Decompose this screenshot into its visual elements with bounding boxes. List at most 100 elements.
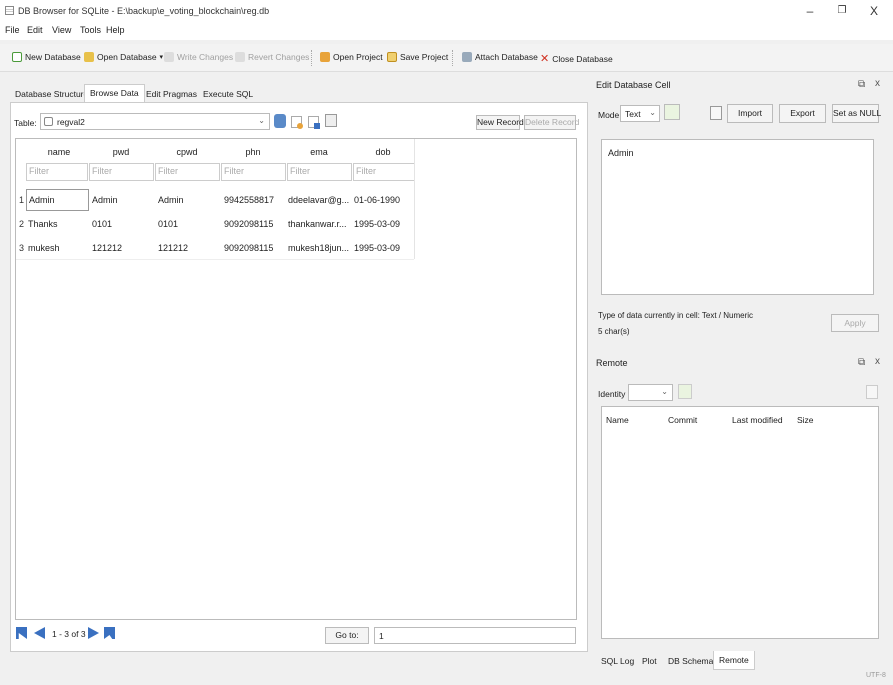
menu-edit[interactable]: Edit bbox=[27, 25, 43, 35]
save-project-icon bbox=[387, 52, 397, 62]
auto-switch-mode-icon[interactable] bbox=[664, 104, 680, 120]
table-select-value: regval2 bbox=[57, 117, 85, 127]
new-record-button[interactable]: New Record bbox=[476, 115, 524, 130]
save-project-button[interactable]: Save Project bbox=[387, 52, 448, 62]
tab-sql-log[interactable]: SQL Log bbox=[597, 654, 638, 668]
undock-icon[interactable]: ⧉ bbox=[858, 357, 865, 368]
filter-input-cpwd[interactable]: Filter bbox=[155, 163, 220, 181]
revert-changes-button[interactable]: Revert Changes bbox=[235, 52, 309, 62]
table-cell[interactable]: Admin bbox=[92, 195, 152, 205]
column-header-ema[interactable]: ema bbox=[286, 147, 352, 157]
go-to-button[interactable]: Go to: bbox=[325, 627, 369, 644]
print-icon[interactable] bbox=[325, 114, 337, 127]
table-cell[interactable]: 9092098115 bbox=[224, 219, 284, 229]
import-button[interactable]: Import bbox=[727, 104, 773, 123]
minimize-button[interactable]: – bbox=[798, 2, 822, 20]
table-cell[interactable]: mukesh18jun... bbox=[288, 243, 352, 253]
dropdown-arrow-icon[interactable]: ▾ bbox=[160, 53, 164, 61]
delete-record-button[interactable]: Delete Record bbox=[524, 115, 579, 130]
mode-label: Mode: bbox=[598, 110, 622, 120]
table-cell[interactable]: 0101 bbox=[92, 219, 152, 229]
table-cell[interactable]: 01-06-1990 bbox=[354, 195, 414, 205]
menu-bar: File Edit View Tools Help bbox=[0, 22, 893, 40]
table-cell[interactable]: 121212 bbox=[92, 243, 152, 253]
data-grid[interactable]: name pwd cpwd phn ema dob Filter Filter … bbox=[15, 138, 577, 620]
new-database-icon bbox=[12, 52, 22, 62]
column-header-phn[interactable]: phn bbox=[220, 147, 286, 157]
table-cell[interactable]: thankanwar.r... bbox=[288, 219, 352, 229]
remote-column-size[interactable]: Size bbox=[797, 415, 814, 425]
menu-view[interactable]: View bbox=[52, 25, 71, 35]
table-select[interactable]: regval2 ⌄ bbox=[40, 113, 270, 130]
toolbar-separator bbox=[311, 50, 312, 66]
close-database-label: Close Database bbox=[552, 53, 613, 64]
table-cell[interactable]: 1995-03-09 bbox=[354, 219, 414, 229]
column-header-dob[interactable]: dob bbox=[352, 147, 414, 157]
table-cell[interactable]: 1995-03-09 bbox=[354, 243, 414, 253]
menu-help[interactable]: Help bbox=[106, 25, 125, 35]
row-divider bbox=[16, 259, 414, 260]
table-cell[interactable]: Admin bbox=[158, 195, 218, 205]
row-number[interactable]: 3 bbox=[19, 243, 24, 253]
filter-input-phn[interactable]: Filter bbox=[221, 163, 286, 181]
column-header-cpwd[interactable]: cpwd bbox=[154, 147, 220, 157]
close-dock-icon[interactable]: x bbox=[875, 356, 880, 367]
undock-icon[interactable]: ⧉ bbox=[858, 79, 865, 90]
set-as-null-button[interactable]: Set as NULL bbox=[832, 104, 881, 123]
table-cell[interactable]: 0101 bbox=[158, 219, 218, 229]
menu-tools[interactable]: Tools bbox=[80, 25, 101, 35]
remote-list[interactable]: Name Commit Last modified Size bbox=[601, 406, 879, 639]
mode-select[interactable]: Text ⌄ bbox=[620, 105, 660, 122]
column-header-pwd[interactable]: pwd bbox=[88, 147, 154, 157]
table-cell[interactable]: Thanks bbox=[28, 219, 88, 229]
row-number[interactable]: 1 bbox=[19, 195, 24, 205]
identity-select[interactable]: ⌄ bbox=[628, 384, 673, 401]
close-button[interactable]: X bbox=[862, 2, 886, 20]
tab-database-structure[interactable]: Database Structure bbox=[10, 86, 93, 102]
new-database-button[interactable]: New Database bbox=[12, 52, 81, 62]
apply-button[interactable]: Apply bbox=[831, 314, 879, 332]
table-cell[interactable]: 121212 bbox=[158, 243, 218, 253]
table-cell[interactable]: mukesh bbox=[28, 243, 88, 253]
export-button[interactable]: Export bbox=[779, 104, 826, 123]
maximize-button[interactable]: ❐ bbox=[830, 2, 854, 20]
filter-input-name[interactable]: Filter bbox=[26, 163, 88, 181]
word-wrap-icon[interactable] bbox=[710, 106, 722, 120]
open-project-icon bbox=[320, 52, 330, 62]
tab-remote[interactable]: Remote bbox=[713, 651, 755, 670]
filter-input-pwd[interactable]: Filter bbox=[89, 163, 154, 181]
filter-input-dob[interactable]: Filter bbox=[353, 163, 415, 181]
close-dock-icon[interactable]: x bbox=[875, 78, 880, 89]
go-to-input[interactable]: 1 bbox=[374, 627, 576, 644]
cell-editor[interactable]: Admin bbox=[601, 139, 874, 295]
remote-column-commit[interactable]: Commit bbox=[668, 415, 697, 425]
row-number[interactable]: 2 bbox=[19, 219, 24, 229]
filter-input-ema[interactable]: Filter bbox=[287, 163, 352, 181]
attach-database-button[interactable]: Attach Database bbox=[462, 52, 538, 62]
revert-changes-icon bbox=[235, 52, 245, 62]
write-changes-button[interactable]: Write Changes bbox=[164, 52, 233, 62]
tab-db-schema[interactable]: DB Schema bbox=[664, 654, 717, 668]
table-cell[interactable]: 9092098115 bbox=[224, 243, 284, 253]
open-database-button[interactable]: Open Database ▾ bbox=[84, 52, 163, 62]
table-cell[interactable]: Admin bbox=[26, 189, 89, 211]
remote-column-last-modified[interactable]: Last modified bbox=[732, 415, 783, 425]
menu-file[interactable]: File bbox=[5, 25, 20, 35]
attach-database-icon bbox=[462, 52, 472, 62]
remote-column-name[interactable]: Name bbox=[606, 415, 629, 425]
close-database-button[interactable]: ✕ Close Database bbox=[540, 52, 613, 65]
clear-filters-icon[interactable] bbox=[291, 116, 303, 129]
open-project-button[interactable]: Open Project bbox=[320, 52, 383, 62]
tab-execute-sql[interactable]: Execute SQL bbox=[198, 86, 258, 102]
column-header-name[interactable]: name bbox=[30, 147, 88, 157]
tab-edit-pragmas[interactable]: Edit Pragmas bbox=[141, 86, 202, 102]
save-table-icon[interactable] bbox=[308, 116, 320, 129]
add-identity-icon[interactable] bbox=[678, 384, 692, 399]
table-cell[interactable]: ddeelavar@g... bbox=[288, 195, 352, 205]
chevron-down-icon: ⌄ bbox=[649, 108, 656, 117]
tab-plot[interactable]: Plot bbox=[638, 654, 661, 668]
tab-browse-data[interactable]: Browse Data bbox=[84, 84, 145, 102]
push-database-icon[interactable] bbox=[866, 385, 878, 399]
table-cell[interactable]: 9942558817 bbox=[224, 195, 284, 205]
refresh-icon[interactable] bbox=[274, 114, 286, 128]
